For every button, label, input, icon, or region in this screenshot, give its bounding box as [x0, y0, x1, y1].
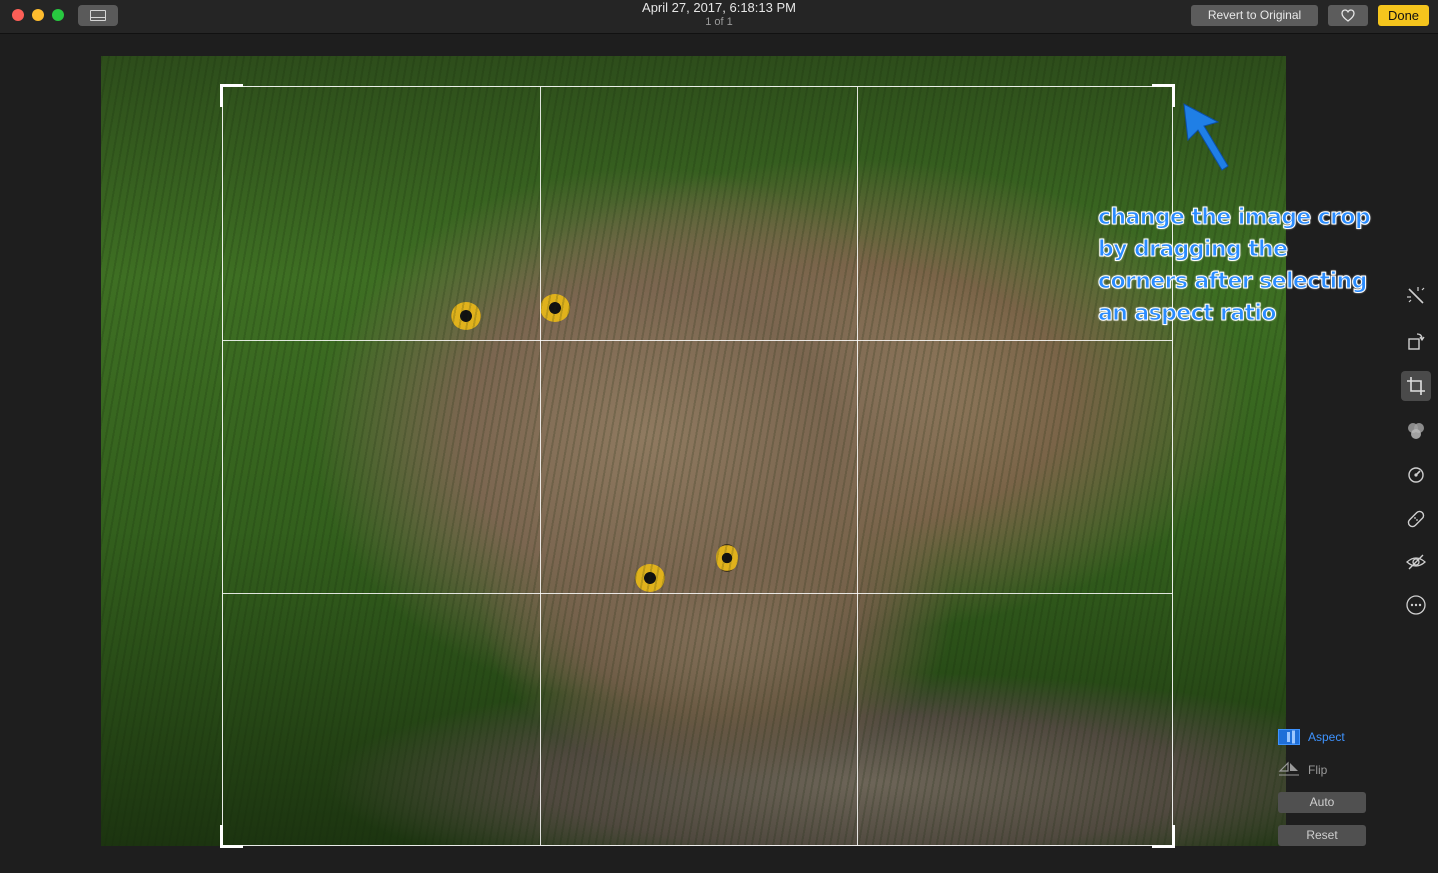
crop-tool-button[interactable] [1401, 371, 1431, 401]
aspect-label: Aspect [1308, 730, 1345, 744]
more-icon [1406, 595, 1426, 615]
favorite-button[interactable] [1328, 5, 1368, 26]
annotation-line: by dragging the [1098, 237, 1289, 263]
crop-handle-bottom-right[interactable] [1152, 825, 1175, 848]
crop-options-panel: Aspect Flip Auto Reset [1278, 722, 1438, 852]
revert-to-original-button[interactable]: Revert to Original [1191, 5, 1318, 26]
heart-icon [1341, 9, 1355, 22]
flip-label: Flip [1308, 763, 1328, 777]
aspect-ratio-icon [1278, 729, 1300, 745]
crop-handle-bottom-left[interactable] [220, 825, 243, 848]
crop-handle-top-left[interactable] [220, 84, 243, 107]
adjust-tool-button[interactable] [1401, 460, 1431, 490]
annotation-line: change the image crop [1098, 205, 1372, 231]
crop-grid-line [223, 340, 1172, 341]
filters-tool-button[interactable] [1401, 416, 1431, 446]
red-eye-icon [1406, 554, 1426, 570]
reset-button[interactable]: Reset [1278, 825, 1366, 846]
done-button[interactable]: Done [1378, 5, 1429, 26]
aspect-button[interactable]: Aspect [1278, 726, 1345, 748]
annotation-line: an aspect ratio [1098, 301, 1277, 327]
crop-grid-line [223, 593, 1172, 594]
crop-grid-line [540, 87, 541, 845]
crop-icon [1407, 377, 1425, 395]
flip-icon [1278, 761, 1299, 776]
rotate-icon [1408, 333, 1425, 350]
filters-icon [1408, 423, 1424, 439]
magic-wand-icon [1407, 287, 1425, 304]
annotation-arrow-icon [1183, 103, 1229, 171]
crop-grid-line [857, 87, 858, 845]
bandage-icon [1407, 510, 1425, 528]
title-bar: April 27, 2017, 6:18:13 PM 1 of 1 Revert… [0, 0, 1438, 34]
rotate-tool-button[interactable] [1401, 326, 1431, 356]
adjust-icon [1408, 467, 1424, 483]
more-tool-button[interactable] [1401, 590, 1431, 620]
enhance-tool-button[interactable] [1401, 281, 1431, 311]
crop-handle-top-right[interactable] [1152, 84, 1175, 107]
flip-button[interactable]: Flip [1278, 759, 1327, 781]
annotation-text: change the image crop by dragging the co… [1098, 202, 1388, 330]
crop-frame[interactable] [220, 84, 1175, 848]
annotation-line: corners after selecting [1098, 269, 1368, 295]
red-eye-tool-button[interactable] [1401, 547, 1431, 577]
auto-button[interactable]: Auto [1278, 792, 1366, 813]
retouch-tool-button[interactable] [1401, 504, 1431, 534]
